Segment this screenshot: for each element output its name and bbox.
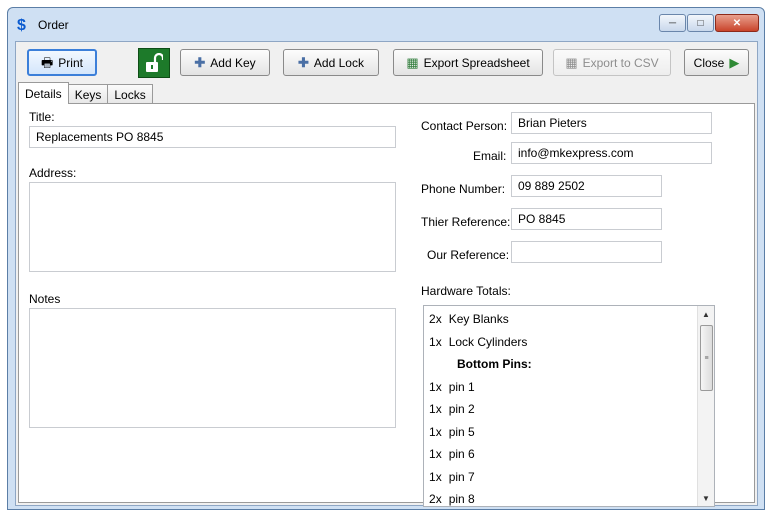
add-key-button[interactable]: ✚ Add Key [180,49,270,76]
list-item[interactable]: 2 x pin 8 [424,488,714,507]
list-item-qty: 1 [429,447,436,462]
list-item-qty: 1 [429,424,436,439]
list-item-qty: 1 [429,402,436,417]
spreadsheet-icon: ▦ [406,55,419,70]
vertical-scrollbar[interactable]: ▲ ≡ ▼ [697,306,714,506]
list-item[interactable]: 1 x pin 7 [424,466,714,489]
close-window-button[interactable]: ✕ [715,14,759,32]
list-item-x: x [435,334,442,349]
scroll-up-icon[interactable]: ▲ [698,306,714,322]
csv-file-icon: ▦ [565,55,578,70]
list-group-header[interactable]: Bottom Pins: [424,353,714,376]
list-item-item: pin 8 [448,492,475,507]
tab-label: Locks [114,87,146,102]
close-label: Close [693,55,725,70]
export-spreadsheet-button[interactable]: ▦ Export Spreadsheet [393,49,543,76]
our-reference-label: Our Reference: [427,248,510,262]
client-area: 🖶 Print ✚ Add Key ✚ Add Lock ▦ Export Sp… [15,41,758,507]
maximize-button[interactable]: □ [687,14,714,32]
list-item-x: x [435,379,442,394]
print-label: Print [58,55,83,70]
their-reference-field[interactable]: PO 8845 [511,208,662,230]
details-panel: Title: Replacements PO 8845 Address: Not… [18,103,755,507]
list-item-qty: 2 [429,492,436,507]
list-item[interactable]: 1 x pin 2 [424,398,714,421]
list-item-item: pin 1 [448,379,475,394]
hardware-totals-label: Hardware Totals: [421,284,511,298]
hardware-rows: 2 x Key Blanks 1 x Lock Cylinders Bottom Pins:… [424,306,714,507]
list-item-x: x [435,402,442,417]
list-item-item: Lock Cylinders [448,334,528,349]
list-item[interactable]: 1 x Lock Cylinders [424,331,714,354]
list-item[interactable]: 1 x pin 6 [424,443,714,466]
scroll-down-icon[interactable]: ▼ [698,490,714,506]
plus-icon: ✚ [194,55,206,70]
list-item-x: x [435,312,442,327]
their-reference-label: Thier Reference: [421,215,511,229]
contact-person-field[interactable]: Brian Pieters [511,112,712,134]
address-field[interactable] [29,182,396,272]
our-reference-field[interactable] [511,241,662,263]
list-item[interactable]: 1 x pin 5 [424,421,714,444]
list-item-item: pin 7 [448,469,475,484]
hardware-totals-list[interactable]: 2 x Key Blanks 1 x Lock Cylinders Bottom Pins:… [423,305,715,507]
print-button[interactable]: 🖶 Print [27,49,97,76]
tab-details[interactable]: Details [18,82,69,104]
phone-number-label: Phone Number: [421,182,506,196]
unlock-button[interactable] [138,48,170,78]
list-item-item: pin 6 [448,447,475,462]
list-item-item: pin 2 [448,402,475,417]
notes-field[interactable] [29,308,396,428]
tab-strip: Details Keys Locks [18,82,153,104]
dollar-icon: $ [17,17,26,34]
address-label: Address: [29,166,77,180]
export-spreadsheet-label: Export Spreadsheet [423,55,530,70]
minimize-button[interactable]: ─ [659,14,686,32]
contact-person-label: Contact Person: [421,119,508,133]
tab-label: Keys [74,87,102,102]
minimize-icon: ─ [668,17,677,29]
exit-door-icon: ▶ [729,55,740,70]
list-item-x: x [435,469,442,484]
window-title: Order [38,18,69,32]
title-bar[interactable]: $ Order ─ □ ✕ [8,8,764,41]
list-item-x: x [435,447,442,462]
list-item-item: Key Blanks [448,312,509,327]
order-window: $ Order ─ □ ✕ 🖶 Print ✚ Add Key ✚ Add Lo… [7,7,765,510]
list-item-qty: 1 [429,334,436,349]
add-lock-label: Add Lock [313,55,364,70]
list-item-x: x [435,492,442,507]
tab-locks[interactable]: Locks [107,84,153,104]
list-item-qty: 1 [429,379,436,394]
email-label: Email: [473,149,507,163]
export-csv-button[interactable]: ▦ Export to CSV [553,49,671,76]
list-item-item: pin 5 [448,424,475,439]
add-lock-button[interactable]: ✚ Add Lock [283,49,379,76]
notes-label: Notes [29,292,61,306]
close-icon: ✕ [732,17,742,29]
email-field[interactable]: info@mkexpress.com [511,142,712,164]
title-label: Title: [29,110,55,124]
list-item[interactable]: 1 x pin 1 [424,376,714,399]
window-controls: ─ □ ✕ [659,14,759,32]
title-field[interactable]: Replacements PO 8845 [29,126,396,148]
add-key-label: Add Key [210,55,256,70]
close-button[interactable]: Close ▶ [684,49,749,76]
list-item-qty: 2 [429,312,436,327]
scrollbar-thumb[interactable]: ≡ [700,325,713,391]
phone-number-field[interactable]: 09 889 2502 [511,175,662,197]
tab-keys[interactable]: Keys [67,84,109,104]
unlocked-padlock-icon [146,53,163,72]
export-csv-label: Export to CSV [582,55,659,70]
plus-icon: ✚ [298,55,309,70]
printer-icon: 🖶 [41,55,54,70]
list-item[interactable]: 2 x Key Blanks [424,308,714,331]
maximize-icon: □ [697,17,704,29]
list-item-qty: 1 [429,469,436,484]
list-item-x: x [435,424,442,439]
tab-label: Details [25,86,62,101]
